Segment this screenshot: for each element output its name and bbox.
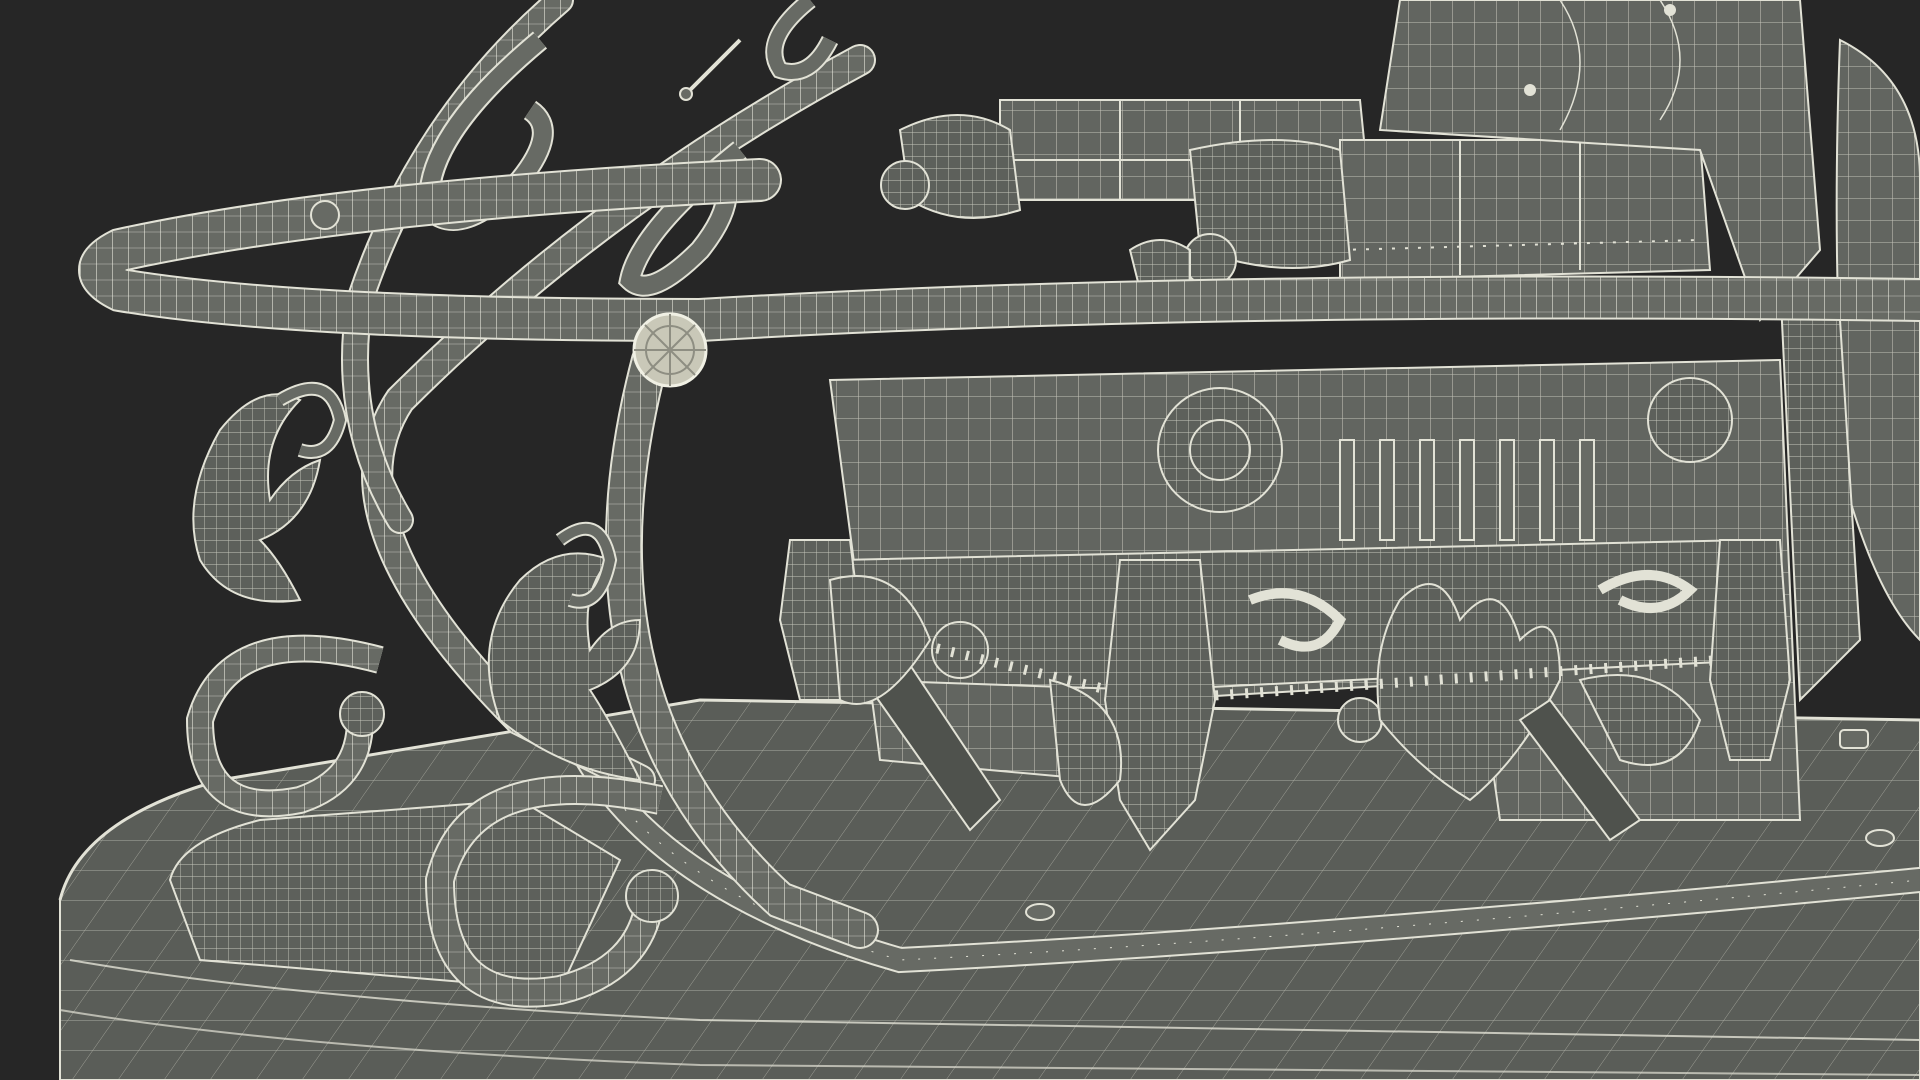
rail-bolt-left	[310, 200, 340, 230]
armrest-scroll-left	[880, 114, 1022, 219]
rail-rosette	[632, 312, 708, 388]
seat-cushion-front	[1339, 139, 1712, 282]
sleigh-render	[0, 0, 1920, 1080]
wireframe-viewport	[0, 0, 1920, 1080]
